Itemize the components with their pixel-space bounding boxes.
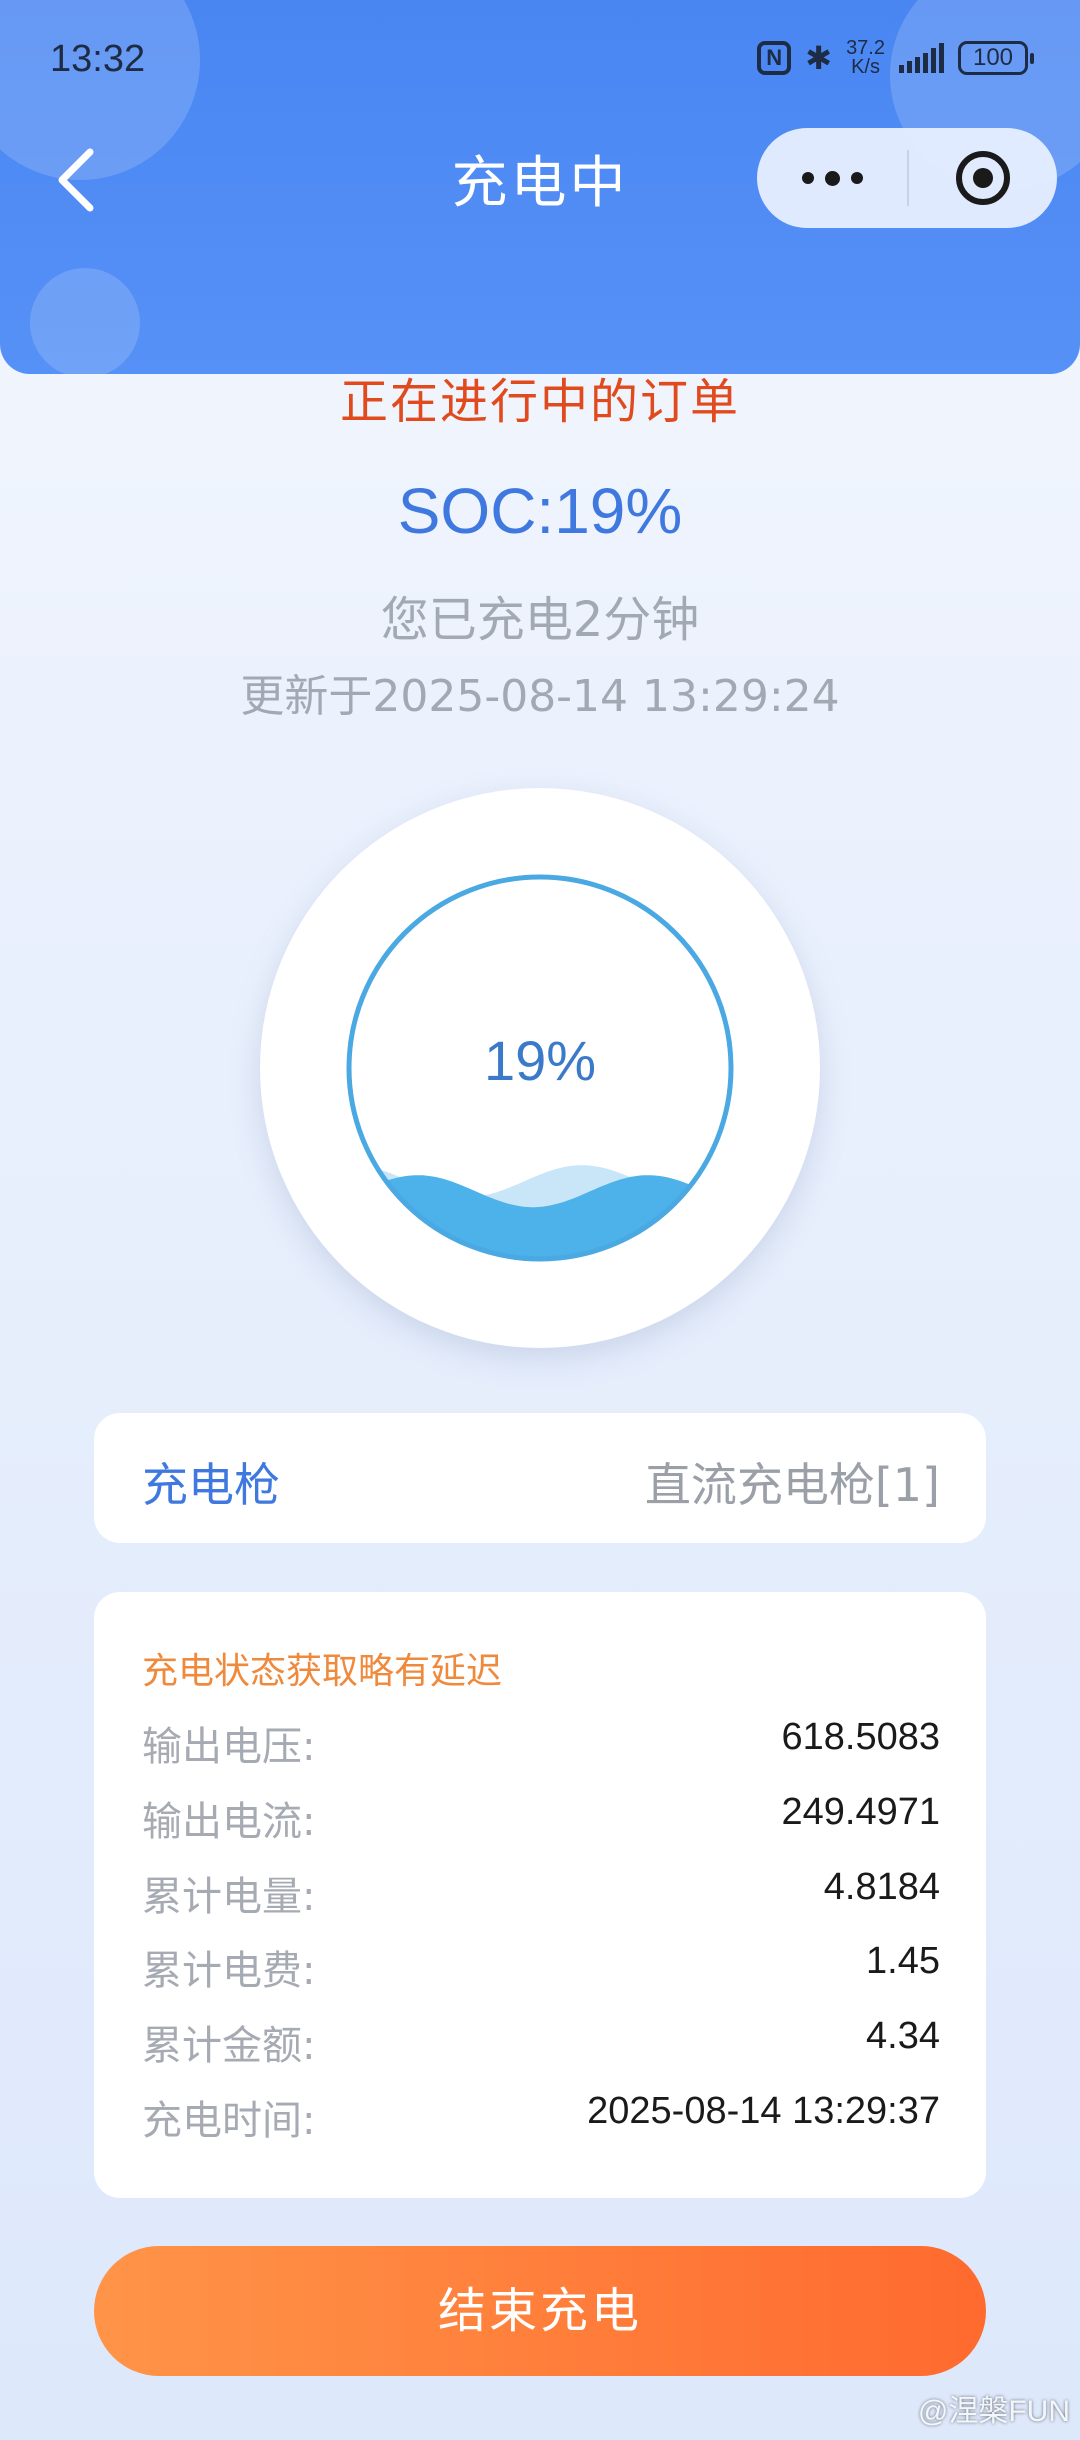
detail-label: 输出电流: <box>142 1799 316 1845</box>
detail-value: 2025-08-14 13:29:37 <box>587 2090 940 2132</box>
target-icon <box>956 151 1010 205</box>
bluetooth-icon: ✱ <box>805 40 833 76</box>
soc-value: SOC:19% <box>397 475 683 547</box>
nfc-icon: N <box>757 41 792 75</box>
charging-gun-card: 充电枪 直流充电枪[1] <box>94 1413 986 1543</box>
gauge-percent-label: 19% <box>483 1029 597 1092</box>
detail-value: 249.4971 <box>781 1791 941 1833</box>
order-status-title: 正在进行中的订单 <box>339 374 740 430</box>
delay-notice: 充电状态获取略有延迟 <box>142 1651 503 1692</box>
end-charging-button[interactable]: 结束充电 <box>94 2246 986 2376</box>
detail-row-current: 输出电流: 249.4971 <box>142 1789 940 1849</box>
detail-row-energy: 累计电量: 4.8184 <box>142 1864 940 1924</box>
mini-program-capsule <box>757 128 1057 228</box>
detail-row-start-time: 充电时间: 2025-08-14 13:29:37 <box>142 2088 940 2148</box>
charging-gun-value: 直流充电枪[1] <box>644 1458 940 1512</box>
detail-label: 累计金额: <box>142 2023 316 2069</box>
status-time: 13:32 <box>50 38 146 80</box>
detail-value: 1.45 <box>866 1940 940 1982</box>
detail-row-electricity-fee: 累计电费: 1.45 <box>142 1938 940 1998</box>
charging-details-card: 充电状态获取略有延迟 输出电压: 618.5083 输出电流: 249.4971… <box>94 1592 986 2198</box>
network-speed-unit: K/s <box>851 56 880 78</box>
detail-row-voltage: 输出电压: 618.5083 <box>142 1714 940 1774</box>
detail-value: 4.8184 <box>823 1866 940 1908</box>
more-button[interactable] <box>757 128 907 228</box>
more-dots-icon <box>801 172 814 184</box>
detail-row-total-amount: 累计金额: 4.34 <box>142 2013 940 2073</box>
detail-label: 输出电压: <box>142 1724 316 1770</box>
close-miniprogram-button[interactable] <box>909 128 1057 228</box>
decor-bubble <box>30 268 140 374</box>
detail-value: 618.5083 <box>781 1716 941 1758</box>
watermark: @涅槃FUN <box>917 2395 1070 2428</box>
status-icons: N ✱ 37.2 K/s 100 <box>757 34 1034 82</box>
detail-label: 充电时间: <box>142 2098 316 2144</box>
battery-level-gauge: 19% <box>260 788 820 1348</box>
charging-gun-label: 充电枪 <box>142 1458 280 1512</box>
detail-value: 4.34 <box>866 2015 940 2057</box>
charge-duration: 您已充电2分钟 <box>380 592 700 648</box>
battery-icon: 100 <box>958 41 1034 75</box>
detail-label: 累计电量: <box>142 1874 316 1920</box>
update-time: 更新于2025-08-14 13:29:24 <box>240 671 840 722</box>
detail-label: 累计电费: <box>142 1948 316 1994</box>
network-speed: 37.2 K/s <box>846 38 885 78</box>
top-header: 13:32 N ✱ 37.2 K/s 100 充电中 <box>0 0 1080 374</box>
signal-icon <box>899 43 944 73</box>
